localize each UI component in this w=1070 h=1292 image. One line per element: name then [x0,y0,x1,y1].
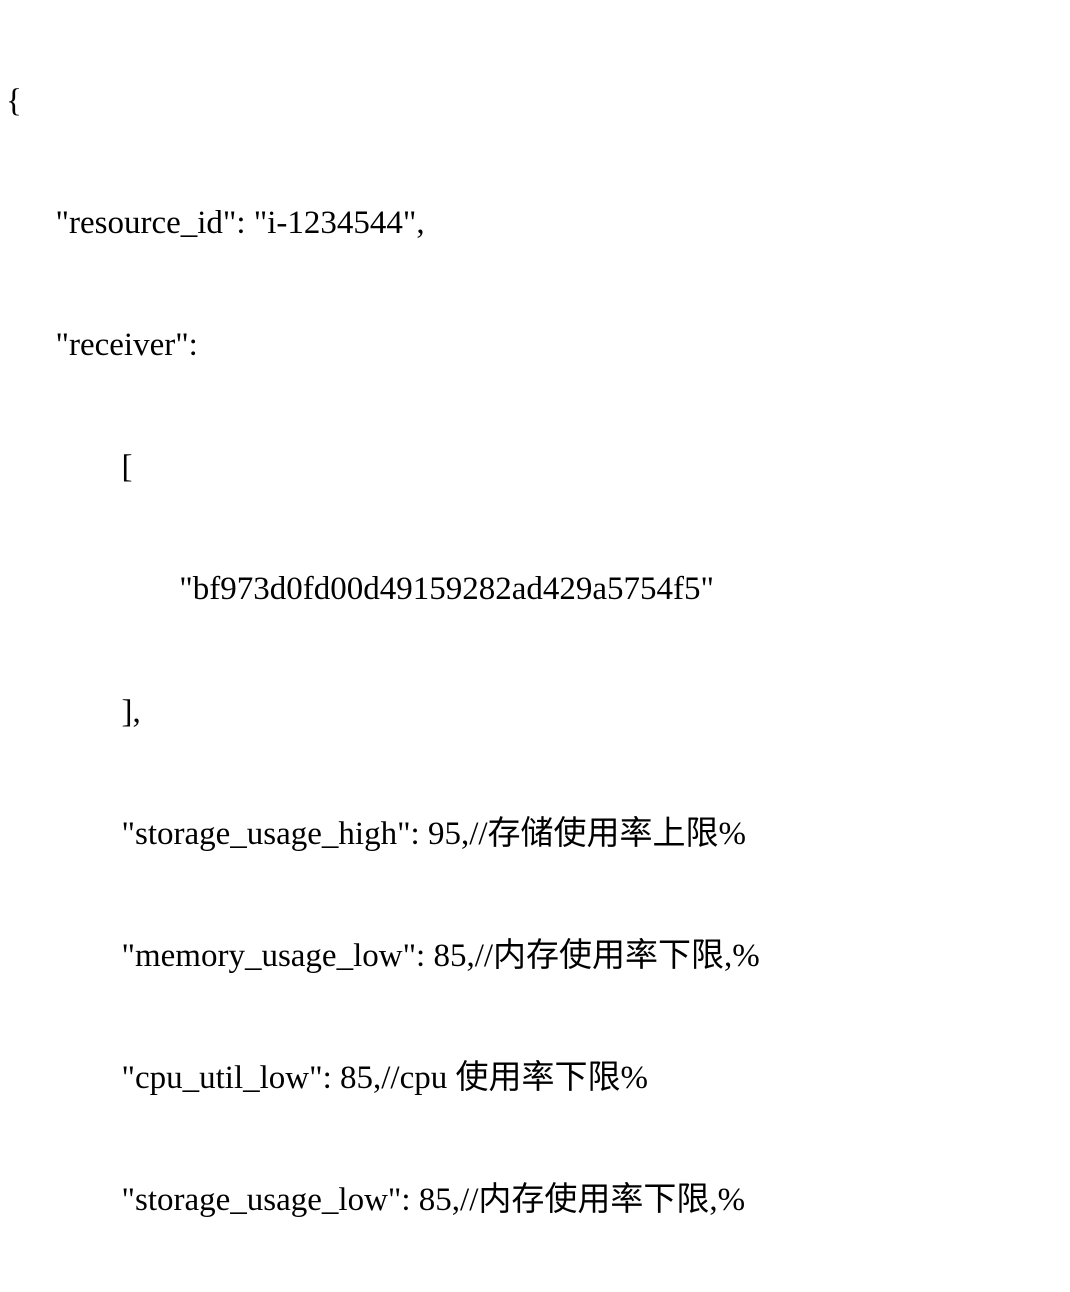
code-line: "memory_usage_low": 85,//内存使用率下限,% [6,926,1070,987]
code-line: "cpu_util_low": 85,//cpu 使用率下限% [6,1048,1070,1109]
code-block: { "resource_id": "i-1234544", "receiver"… [0,0,1070,1292]
code-line: { [6,71,1070,132]
code-line: "bf973d0fd00d49159282ad429a5754f5" [6,559,1070,620]
code-line: "storage_usage_low": 85,//内存使用率下限,% [6,1170,1070,1231]
code-line: [ [6,437,1070,498]
code-line: "storage_usage_high": 95,//存储使用率上限% [6,804,1070,865]
code-line: "receiver": [6,315,1070,376]
code-line: "resource_id": "i-1234544", [6,193,1070,254]
code-line: ], [6,682,1070,743]
